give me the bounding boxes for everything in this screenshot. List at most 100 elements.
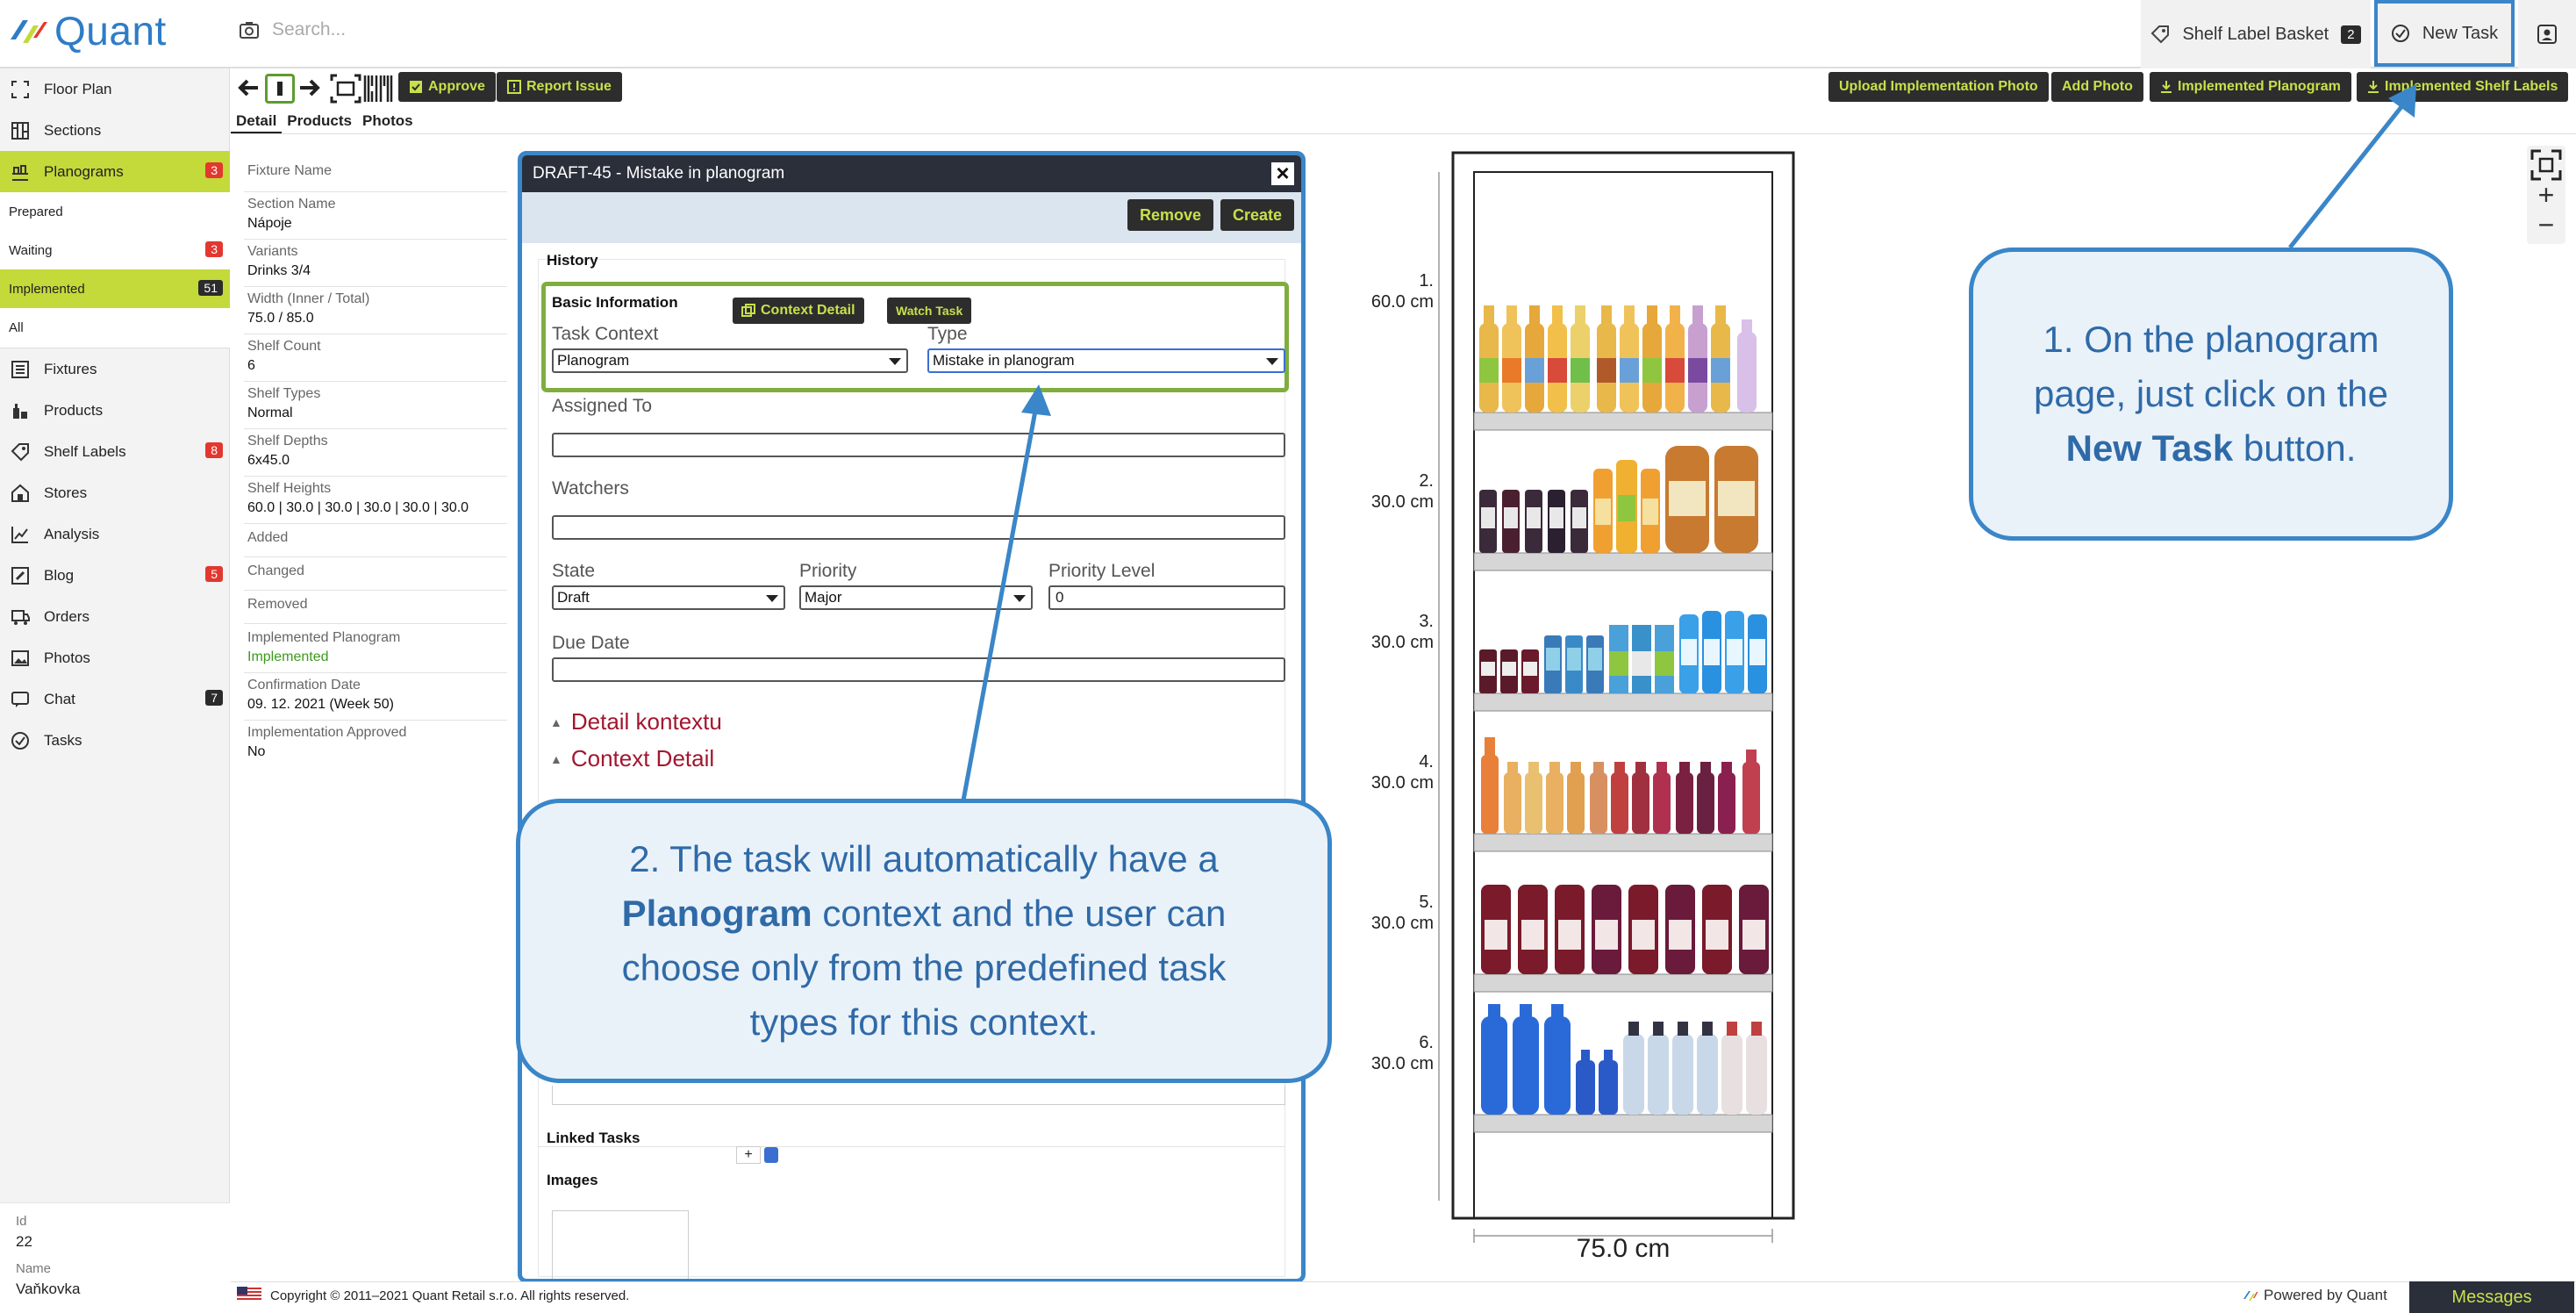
add-photo-button[interactable]: Add Photo: [2051, 72, 2143, 102]
sections-icon: [11, 121, 29, 140]
search-input[interactable]: Search...: [272, 19, 346, 40]
implemented-planogram-button[interactable]: Implemented Planogram: [2150, 72, 2351, 102]
logo[interactable]: Quant: [7, 7, 167, 54]
implemented-shelf-labels-button[interactable]: Implemented Shelf Labels: [2357, 72, 2569, 102]
shelf-5-products: [1481, 885, 1769, 974]
create-button[interactable]: Create: [1220, 199, 1295, 231]
user-profile-button[interactable]: [2518, 0, 2576, 68]
approve-button[interactable]: Approve: [398, 72, 496, 102]
floor-plan-icon: [11, 80, 29, 98]
sidebar-item-orders[interactable]: Orders: [0, 596, 230, 637]
type-select[interactable]: Mistake in planogram: [927, 348, 1285, 373]
sidebar-item-analysis[interactable]: Analysis: [0, 513, 230, 555]
sidebar-sub-prepared[interactable]: Prepared: [0, 192, 230, 231]
tasks-icon: [11, 731, 29, 750]
variants-value: Drinks 3/4: [247, 263, 311, 278]
detail-kontextu-toggle[interactable]: ▲ Detail kontextu: [550, 708, 722, 735]
download-icon: [2368, 81, 2379, 93]
image-dropzone[interactable]: [552, 1210, 689, 1279]
barcode-button[interactable]: [330, 74, 393, 104]
shelf-label-basket-button[interactable]: Shelf Label Basket 2: [2141, 0, 2371, 68]
sidebar-sub-label: Prepared: [9, 204, 63, 219]
forward-arrow-button[interactable]: [298, 74, 321, 102]
info-button[interactable]: [265, 74, 295, 104]
sidebar-sub-all[interactable]: All: [0, 308, 230, 348]
sidebar-item-shelf-labels[interactable]: Shelf Labels 8: [0, 431, 230, 472]
us-flag-icon[interactable]: [237, 1287, 261, 1302]
assigned-to-input[interactable]: [552, 433, 1285, 457]
implemented-shelf-labels-label: Implemented Shelf Labels: [2385, 79, 2558, 94]
detail-kontextu-label: Detail kontextu: [570, 708, 722, 735]
sidebar-item-chat[interactable]: Chat 7: [0, 678, 230, 720]
back-arrow-button[interactable]: [237, 74, 260, 102]
add-photo-label: Add Photo: [2062, 79, 2133, 94]
analysis-icon: [11, 526, 28, 543]
watchers-input[interactable]: [552, 515, 1285, 540]
priority-level-input[interactable]: 0: [1048, 585, 1285, 610]
priority-select[interactable]: Major: [799, 585, 1033, 610]
context-detail-button[interactable]: Context Detail: [733, 298, 864, 324]
shelf-6-products: [1481, 1004, 1767, 1115]
report-issue-button[interactable]: Report Issue: [497, 72, 622, 102]
search-bar[interactable]: Search...: [239, 19, 346, 40]
sidebar-item-fixtures[interactable]: Fixtures: [0, 348, 230, 390]
zoom-in-button[interactable]: +: [2527, 179, 2565, 212]
shelf-1-products: [1479, 305, 1757, 413]
context-detail-toggle[interactable]: ▲ Context Detail: [550, 745, 714, 772]
powered-by[interactable]: Powered by Quant: [2243, 1287, 2387, 1304]
download-icon: [2161, 81, 2172, 93]
sidebar-item-photos[interactable]: Photos: [0, 637, 230, 678]
sidebar-item-floor-plan[interactable]: Floor Plan: [0, 68, 230, 110]
implemented-planogram-label: Implemented Planogram: [2178, 79, 2341, 94]
info-icon: [277, 82, 283, 96]
callout-step-2: 2. The task will automatically have a Pl…: [516, 799, 1332, 1083]
divider: [244, 590, 507, 591]
chat-icon: [11, 691, 29, 707]
sidebar-item-sections[interactable]: Sections: [0, 110, 230, 151]
state-select[interactable]: Draft: [552, 585, 785, 610]
tab-products[interactable]: Products: [282, 111, 357, 134]
messages-button[interactable]: Messages: [2409, 1281, 2574, 1313]
tag-icon: [2151, 25, 2170, 44]
zoom-out-button[interactable]: −: [2527, 209, 2565, 241]
sidebar-item-planograms[interactable]: Planograms 3: [0, 151, 230, 192]
sidebar-sub-waiting[interactable]: Waiting 3: [0, 231, 230, 269]
check-circle-icon: [2391, 25, 2409, 42]
impl-approved-label: Implementation Approved: [247, 725, 407, 740]
sidebar-sub-label: Implemented: [9, 281, 85, 297]
tab-detail[interactable]: Detail: [231, 111, 283, 134]
shelf-types-value: Normal: [247, 405, 293, 420]
sidebar-item-stores[interactable]: Stores: [0, 472, 230, 513]
new-task-button[interactable]: New Task: [2374, 0, 2515, 67]
remove-button[interactable]: Remove: [1127, 199, 1214, 231]
description-input[interactable]: [552, 1086, 1285, 1105]
sidebar-sub-implemented[interactable]: Implemented 51: [0, 269, 230, 308]
tab-photos[interactable]: Photos: [357, 111, 419, 134]
shelf-labels-badge: 8: [205, 442, 223, 458]
upload-photo-button[interactable]: Upload Implementation Photo: [1828, 72, 2049, 102]
close-icon[interactable]: ×: [1270, 161, 1296, 187]
linked-tasks-add-control[interactable]: +: [736, 1145, 784, 1165]
sidebar-item-label: Stores: [44, 484, 88, 501]
section-name-label: Section Name: [247, 197, 336, 212]
sidebar-item-label: Floor Plan: [44, 80, 112, 97]
sidebar-item-blog[interactable]: Blog 5: [0, 555, 230, 596]
shelf-depths-value: 6x45.0: [247, 453, 290, 468]
sidebar-item-products[interactable]: Products: [0, 390, 230, 431]
copyright-text: Copyright © 2011–2021 Quant Retail s.r.o…: [270, 1288, 630, 1303]
select-stepper-icon[interactable]: [764, 1147, 778, 1163]
tab-divider: [231, 133, 2576, 134]
chevron-down-icon: [1266, 358, 1278, 365]
task-context-select[interactable]: Planogram: [552, 348, 908, 373]
shelf-number: 5.: [1419, 893, 1434, 912]
sidebar-item-label: Analysis: [44, 525, 100, 542]
history-heading[interactable]: History: [547, 252, 598, 269]
sidebar-item-tasks[interactable]: Tasks: [0, 720, 230, 761]
camera-icon[interactable]: [239, 20, 260, 39]
fit-screen-button[interactable]: [2530, 149, 2562, 181]
triangle-up-icon: ▲: [550, 714, 562, 729]
watch-task-button[interactable]: Watch Task: [887, 298, 972, 324]
sidebar-sub-label: All: [9, 320, 24, 335]
add-linked-task[interactable]: +: [736, 1146, 761, 1164]
due-date-input[interactable]: [552, 657, 1285, 682]
